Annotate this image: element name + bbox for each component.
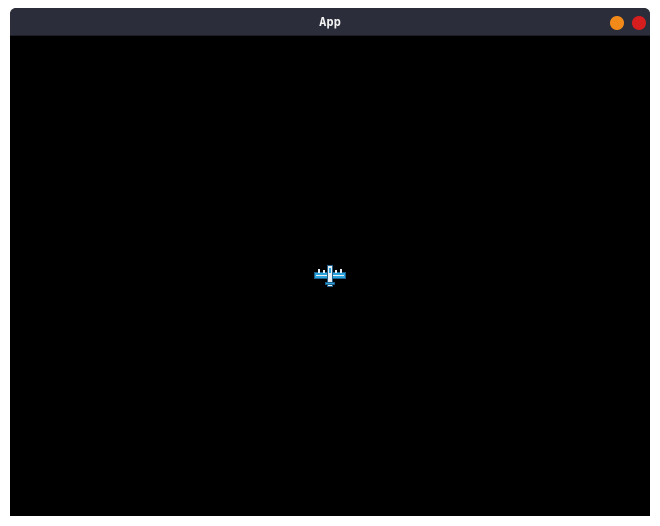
circle-icon [610, 16, 624, 30]
app-window: App [10, 8, 650, 516]
window-title: App [319, 15, 341, 29]
title-bar[interactable]: App [10, 8, 650, 36]
minimize-button[interactable] [610, 15, 624, 30]
close-button[interactable] [632, 15, 646, 30]
circle-icon [632, 16, 646, 30]
spaceship-icon [314, 265, 346, 287]
game-canvas[interactable] [10, 36, 650, 516]
